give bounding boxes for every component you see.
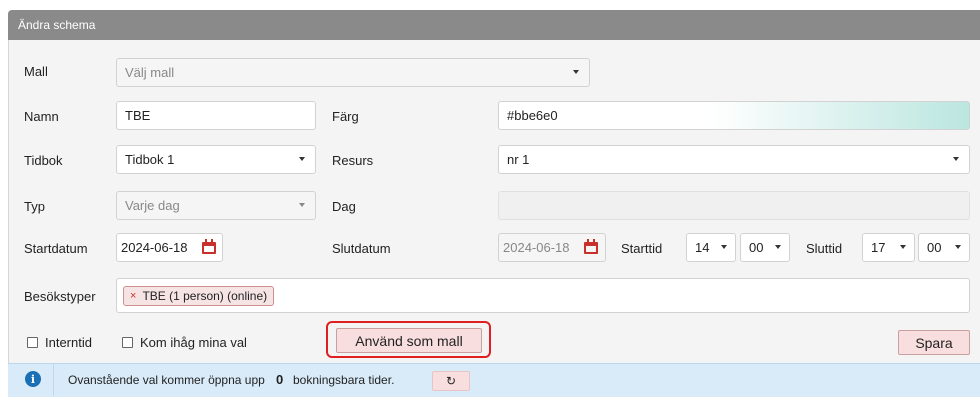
farg-input[interactable]: #bbe6e0 [498,101,970,130]
spara-button[interactable]: Spara [898,330,970,355]
label-farg: Färg [332,109,359,124]
end-hour-select[interactable]: 17 [862,233,915,262]
tidbok-value: Tidbok 1 [125,152,175,167]
kom-ihag-checkbox[interactable] [122,337,133,348]
label-slutdatum: Slutdatum [332,241,391,256]
typ-value: Varje dag [125,198,180,213]
chevron-down-icon [775,245,781,249]
typ-select[interactable]: Varje dag [116,191,316,220]
interntid-checkbox[interactable] [27,337,38,348]
label-resurs: Resurs [332,153,374,168]
calendar-icon[interactable] [201,238,216,254]
chevron-down-icon [900,245,906,249]
label-namn: Namn [24,109,59,124]
remove-tag-icon[interactable]: × [130,290,136,302]
resurs-value: nr 1 [507,152,530,167]
label-tidbok: Tidbok [24,153,63,168]
label-starttid: Starttid [621,241,663,256]
calendar-icon[interactable] [583,238,598,254]
start-minute-select[interactable]: 00 [740,233,790,262]
interntid-label[interactable]: Interntid [45,335,92,350]
kom-ihag-label[interactable]: Kom ihåg mina val [140,335,247,350]
start-hour-value: 14 [695,240,710,255]
refresh-button[interactable]: ↻ [432,371,470,391]
info-icon: i [25,371,41,387]
chevron-down-icon [299,203,305,207]
label-mall: Mall [24,64,48,79]
label-sluttid: Sluttid [806,241,843,256]
namn-input[interactable]: TBE [116,101,316,130]
mall-placeholder: Välj mall [125,65,175,80]
chevron-down-icon [573,70,579,74]
startdatum-input[interactable]: 2024-06-18 [116,233,223,262]
farg-value: #bbe6e0 [507,108,558,123]
end-minute-value: 00 [927,240,942,255]
mall-select[interactable]: Välj mall [116,58,590,87]
tidbok-select[interactable]: Tidbok 1 [116,145,316,174]
chevron-down-icon [721,245,727,249]
startdatum-value: 2024-06-18 [121,240,188,255]
dialog-title: Ändra schema [18,18,96,32]
besokstyp-tag: × TBE (1 person) (online) [123,285,275,306]
slutdatum-input[interactable]: 2024-06-18 [498,233,606,262]
start-hour-select[interactable]: 14 [686,233,736,262]
label-typ: Typ [24,199,45,214]
namn-value: TBE [125,108,151,123]
slutdatum-value: 2024-06-18 [503,240,570,255]
anvand-som-mall-button[interactable]: Använd som mall [336,328,482,353]
info-separator [53,363,54,396]
info-count: 0 [276,372,284,387]
dag-input[interactable] [498,191,970,220]
label-besokstyper: Besökstyper [24,289,96,304]
chevron-down-icon [955,245,961,249]
label-dag: Dag [332,199,356,214]
start-minute-value: 00 [749,240,764,255]
besokstyper-input[interactable]: × TBE (1 person) (online) [116,278,970,313]
chevron-down-icon [299,157,305,161]
besokstyp-tag-label: TBE (1 person) (online) [142,288,268,303]
dialog-titlebar: Ändra schema [8,10,980,40]
info-text-prefix: Ovanstående val kommer öppna upp [68,373,265,387]
end-hour-value: 17 [871,240,886,255]
end-minute-select[interactable]: 00 [918,233,970,262]
label-startdatum: Startdatum [24,241,88,256]
chevron-down-icon [953,157,959,161]
resurs-select[interactable]: nr 1 [498,145,970,174]
info-text-suffix: bokningsbara tider. [293,373,395,387]
